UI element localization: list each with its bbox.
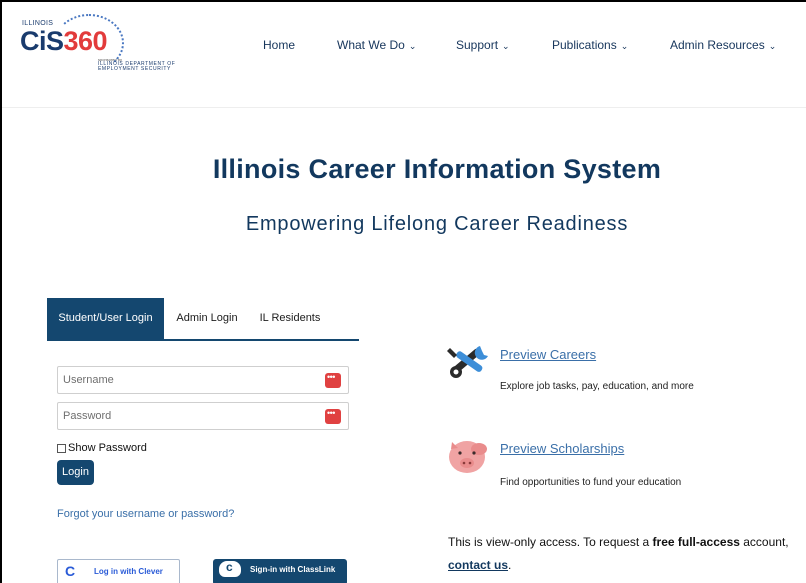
nav-publications[interactable]: Publications ⌄ xyxy=(552,38,628,52)
contact-us-link[interactable]: contact us xyxy=(448,558,508,572)
logo-sponsor: ILLINOIS DEPARTMENT OF EMPLOYMENT SECURI… xyxy=(98,61,176,72)
preview-scholarships-link[interactable]: Preview Scholarships xyxy=(500,441,624,456)
tab-il-residents[interactable]: IL Residents xyxy=(252,298,328,339)
show-password-checkbox[interactable] xyxy=(57,443,66,453)
login-button[interactable]: Login xyxy=(57,460,94,485)
classlink-login-button[interactable]: Sign-in with ClassLink xyxy=(213,559,347,583)
chevron-down-icon: ⌄ xyxy=(502,41,510,51)
preview-careers-link[interactable]: Preview Careers xyxy=(500,347,596,362)
preview-scholarships-description: Find opportunities to fund your educatio… xyxy=(500,477,682,488)
contact-line: contact us. xyxy=(448,558,511,572)
notice-text-before: This is view-only access. To request a xyxy=(448,535,653,549)
password-input[interactable] xyxy=(58,403,298,429)
clever-icon: C xyxy=(65,563,76,579)
notice-bold: free full-access xyxy=(652,535,740,549)
classlink-icon xyxy=(219,560,241,577)
nav-support-label: Support xyxy=(456,38,499,52)
clever-label: Log in with Clever xyxy=(94,567,163,576)
clever-login-button[interactable]: C Log in with Clever xyxy=(57,559,180,583)
site-header: ILLINOIS CiS360 sponsored by ILLINOIS DE… xyxy=(2,2,806,108)
password-manager-icon[interactable] xyxy=(325,372,341,388)
contact-after: . xyxy=(508,558,512,572)
nav-admin-resources[interactable]: Admin Resources ⌄ xyxy=(670,38,776,52)
tab-student-user-login[interactable]: Student/User Login xyxy=(47,298,164,339)
password-manager-icon[interactable] xyxy=(325,408,341,424)
notice-text-after: account, xyxy=(739,535,789,549)
show-password-label: Show Password xyxy=(68,442,147,454)
piggy-bank-icon xyxy=(449,441,487,473)
nav-admin-resources-label: Admin Resources xyxy=(670,38,765,52)
nav-home[interactable]: Home xyxy=(263,38,295,52)
preview-careers-description: Explore job tasks, pay, education, and m… xyxy=(500,381,694,392)
chevron-down-icon: ⌄ xyxy=(408,41,417,51)
cis360-logo[interactable]: ILLINOIS CiS360 sponsored by ILLINOIS DE… xyxy=(16,14,216,76)
tab-admin-login[interactable]: Admin Login xyxy=(170,298,244,339)
chevron-down-icon: ⌄ xyxy=(620,41,629,51)
nav-what-we-do[interactable]: What We Do ⌄ xyxy=(337,38,416,52)
tools-icon xyxy=(447,346,488,378)
show-password[interactable]: Show Password xyxy=(57,442,147,454)
username-input[interactable] xyxy=(58,367,298,393)
login-tabs: Student/User Login Admin Login IL Reside… xyxy=(47,298,359,341)
logo-brand: CiS360 xyxy=(20,26,108,57)
nav-what-we-do-label: What We Do xyxy=(337,38,405,52)
password-field xyxy=(57,402,349,430)
page-title: Illinois Career Information System xyxy=(212,154,662,184)
nav-publications-label: Publications xyxy=(552,38,617,52)
logo-brand-cis: CiS xyxy=(20,26,64,56)
nav-support[interactable]: Support ⌄ xyxy=(456,38,510,52)
classlink-label: Sign-in with ClassLink xyxy=(250,565,336,574)
page-subtitle: Empowering Lifelong Career Readiness xyxy=(245,213,629,235)
page-frame: ILLINOIS CiS360 sponsored by ILLINOIS DE… xyxy=(0,0,806,583)
access-notice: This is view-only access. To request a f… xyxy=(448,535,789,549)
logo-brand-360: 360 xyxy=(63,26,108,56)
nav-home-label: Home xyxy=(263,38,296,52)
chevron-down-icon: ⌄ xyxy=(768,41,777,51)
forgot-credentials-link[interactable]: Forgot your username or password? xyxy=(57,508,234,520)
username-field xyxy=(57,366,349,394)
